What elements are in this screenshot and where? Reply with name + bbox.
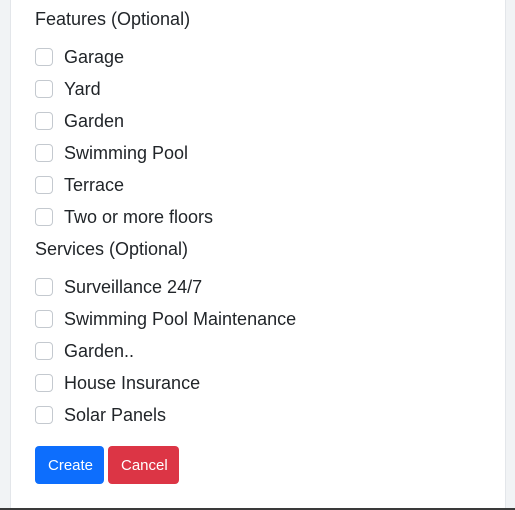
yard-checkbox[interactable] [35,80,53,98]
feature-label: Terrace [64,175,125,195]
garage-checkbox[interactable] [35,48,53,66]
feature-item-terrace[interactable]: Terrace [35,174,124,196]
feature-item-two-floors[interactable]: Two or more floors [35,206,213,228]
service-label: Swimming Pool Maintenance [64,309,297,329]
services-section-title: Services (Optional) [35,239,189,259]
service-label: Garden.. [64,341,135,361]
service-item-solar-panels[interactable]: Solar Panels [35,404,166,426]
feature-item-swimming-pool[interactable]: Swimming Pool [35,142,188,164]
service-label: Surveillance 24/7 [64,277,203,297]
solar-panels-checkbox[interactable] [35,406,53,424]
feature-item-garden[interactable]: Garden [35,110,124,132]
garden-service-checkbox[interactable] [35,342,53,360]
cancel-button[interactable]: Cancel [108,446,179,484]
pool-maintenance-checkbox[interactable] [35,310,53,328]
feature-item-yard[interactable]: Yard [35,78,101,100]
two-floors-checkbox[interactable] [35,208,53,226]
page-frame: Features (Optional) Garage Yard Garden S… [0,0,515,510]
service-item-house-insurance[interactable]: House Insurance [35,372,200,394]
house-insurance-checkbox[interactable] [35,374,53,392]
feature-label: Garage [64,47,125,67]
feature-label: Two or more floors [64,207,214,227]
feature-item-garage[interactable]: Garage [35,46,124,68]
create-button[interactable]: Create [35,446,104,484]
feature-label: Garden [64,111,125,131]
service-item-garden[interactable]: Garden.. [35,340,134,362]
form-card: Features (Optional) Garage Yard Garden S… [10,0,506,509]
features-section-title: Features (Optional) [35,9,191,29]
terrace-checkbox[interactable] [35,176,53,194]
feature-label: Swimming Pool [64,143,189,163]
service-label: House Insurance [64,373,201,393]
garden-checkbox[interactable] [35,112,53,130]
feature-label: Yard [64,79,101,99]
swimming-pool-checkbox[interactable] [35,144,53,162]
service-item-pool-maintenance[interactable]: Swimming Pool Maintenance [35,308,296,330]
surveillance-checkbox[interactable] [35,278,53,296]
service-label: Solar Panels [64,405,167,425]
service-item-surveillance[interactable]: Surveillance 24/7 [35,276,202,298]
